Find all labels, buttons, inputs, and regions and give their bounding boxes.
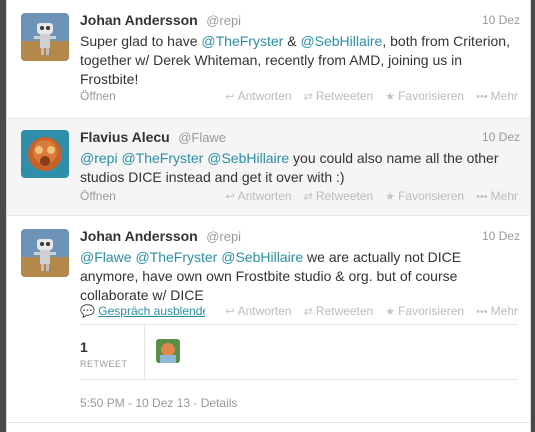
ellipsis-icon: ••• (476, 91, 488, 103)
reply-arrow-icon: ↩ (225, 91, 235, 103)
tweet-header: Johan Andersson @repi 10 Dez (80, 228, 520, 246)
tweet-text: @Flawe @TheFryster @SebHillaire we are a… (80, 248, 518, 305)
retweet-button[interactable]: ⇄ Retweeten (304, 89, 374, 103)
tweet-header: Johan Andersson @repi 10 Dez (80, 12, 520, 30)
details-link[interactable]: Details (201, 396, 238, 410)
speech-bubble-icon: 💬 (80, 304, 95, 318)
tweet-stats: 1 RETWEET (80, 324, 518, 380)
tweet-header: Flavius Alecu @Flawe 10 Dez (80, 129, 520, 147)
tweet-item-expanded[interactable]: Johan Andersson @repi 10 Dez @Flawe @The… (7, 216, 530, 423)
retweet-button[interactable]: ⇄ Retweeten (304, 189, 374, 203)
tweet-text-segment: Super glad to have (80, 33, 202, 49)
author-fullname[interactable]: Johan Andersson (80, 228, 198, 244)
retweeter-avatar[interactable] (156, 339, 180, 363)
mention-link[interactable]: @TheFryster (121, 150, 203, 166)
open-link[interactable]: Öffnen (80, 89, 116, 103)
favorite-button[interactable]: ★ Favorisieren (385, 304, 464, 318)
retweet-icon: ⇄ (303, 191, 313, 203)
ellipsis-icon: ••• (476, 306, 488, 318)
author-username[interactable]: @Flawe (178, 130, 226, 145)
more-button[interactable]: ••• Mehr (476, 304, 518, 318)
tweet-text: @repi @TheFryster @SebHillaire you could… (80, 149, 518, 187)
mention-link[interactable]: @repi (80, 150, 118, 166)
author-fullname[interactable]: Flavius Alecu (80, 129, 170, 145)
reply-arrow-icon: ↩ (225, 191, 235, 203)
mention-link[interactable]: @SebHillaire (300, 33, 382, 49)
tweet-time[interactable]: 10 Dez (482, 229, 520, 243)
reply-button[interactable]: ↩ Antworten (225, 189, 291, 203)
tweet-item[interactable]: Flavius Alecu @Flawe 10 Dez @repi @TheFr… (7, 119, 530, 216)
tweet-text-segment: & (283, 33, 301, 49)
stats-divider (144, 325, 145, 379)
tweet-time[interactable]: 10 Dez (482, 130, 520, 144)
avatar-robot[interactable] (21, 229, 69, 277)
ellipsis-icon: ••• (476, 191, 488, 203)
retweet-icon: ⇄ (303, 306, 313, 318)
tweet-actions: Öffnen ↩ Antworten ⇄ Retweeten ★ Favorisier… (80, 189, 520, 205)
retweet-count[interactable]: 1 (80, 339, 88, 355)
mention-link[interactable]: @SebHillaire (207, 150, 289, 166)
star-icon: ★ (385, 191, 396, 203)
more-button[interactable]: ••• Mehr (476, 189, 518, 203)
star-icon: ★ (385, 91, 396, 103)
avatar-gasmask[interactable] (21, 130, 69, 178)
tweet-timestamp: 5:50 PM - 10 Dez 13 (80, 396, 191, 410)
author-fullname[interactable]: Johan Andersson (80, 12, 198, 28)
favorite-button[interactable]: ★ Favorisieren (385, 89, 464, 103)
tweet-text: Super glad to have @TheFryster & @SebHil… (80, 32, 518, 89)
retweet-label: RETWEET (80, 359, 128, 369)
tweet-item[interactable]: Johan Andersson @repi 10 Dez Super glad … (7, 0, 530, 119)
favorite-button[interactable]: ★ Favorisieren (385, 189, 464, 203)
tweet-timestamp-line: 5:50 PM - 10 Dez 13 · Details (80, 396, 238, 410)
reply-arrow-icon: ↩ (225, 306, 235, 318)
author-username[interactable]: @repi (206, 13, 241, 28)
mention-link[interactable]: @TheFryster (201, 33, 283, 49)
star-icon: ★ (385, 306, 396, 318)
retweet-icon: ⇄ (303, 91, 313, 103)
mention-link[interactable]: @TheFryster (135, 249, 217, 265)
more-button[interactable]: ••• Mehr (476, 89, 518, 103)
reply-button[interactable]: ↩ Antworten (225, 304, 291, 318)
mention-link[interactable]: @Flawe (80, 249, 132, 265)
hide-conversation-link[interactable]: 💬 Gespräch ausblenden (80, 304, 205, 318)
open-link[interactable]: Öffnen (80, 189, 116, 203)
tweet-actions: Öffnen ↩ Antworten ⇄ Retweeten ★ Favorisier… (80, 89, 520, 105)
avatar-robot[interactable] (21, 13, 69, 61)
mention-link[interactable]: @SebHillaire (221, 249, 303, 265)
retweet-button[interactable]: ⇄ Retweeten (304, 304, 374, 318)
tweet-time[interactable]: 10 Dez (482, 13, 520, 27)
tweet-actions: 💬 Gespräch ausblenden ↩ Antworten ⇄ Retwee… (80, 304, 520, 320)
author-username[interactable]: @repi (206, 229, 241, 244)
tweet-stream: Johan Andersson @repi 10 Dez Super glad … (6, 0, 531, 432)
reply-button[interactable]: ↩ Antworten (225, 89, 291, 103)
